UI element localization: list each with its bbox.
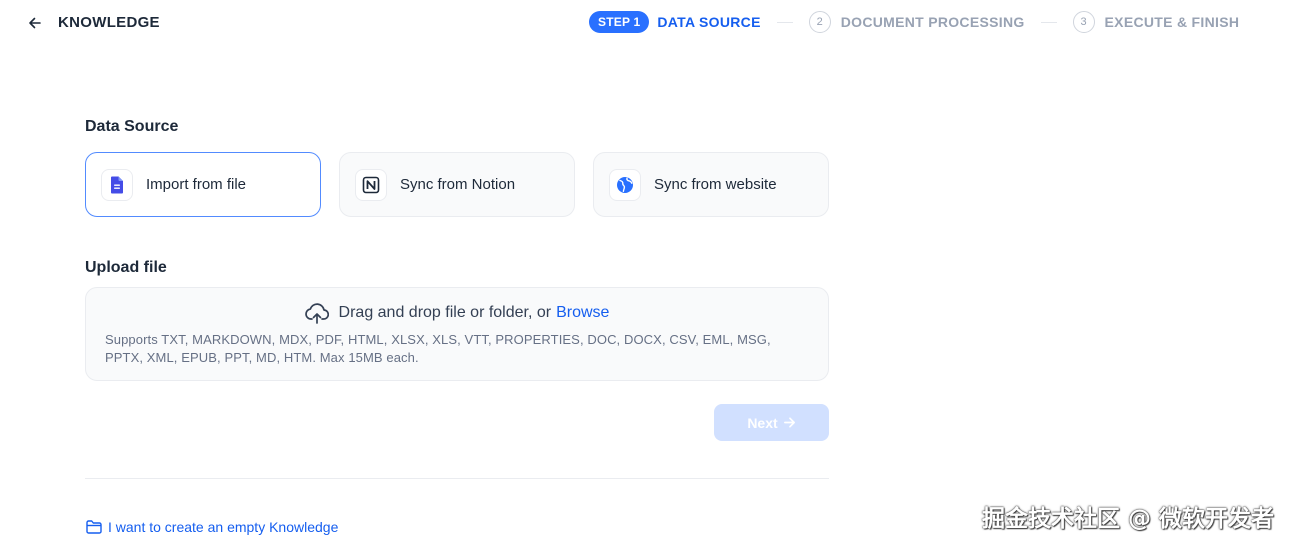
page-title: KNOWLEDGE	[58, 14, 160, 31]
notion-icon	[355, 168, 387, 201]
step-3-number: 3	[1072, 11, 1095, 33]
step-1-badge: STEP 1	[589, 11, 650, 33]
create-empty-knowledge-link[interactable]: I want to create an empty Knowledge	[86, 519, 338, 535]
globe-icon	[609, 168, 641, 201]
create-knowledge-page: KNOWLEDGE STEP 1 DATA SOURCE 2 DOCUMENT …	[0, 0, 1292, 546]
step-2-label: DOCUMENT PROCESSING	[840, 14, 1025, 30]
dropzone-prompt: Drag and drop file or folder, or Browse	[86, 302, 828, 324]
supported-formats-text: Supports TXT, MARKDOWN, MDX, PDF, HTML, …	[105, 332, 771, 365]
step-divider	[1040, 21, 1057, 23]
step-1-label: DATA SOURCE	[657, 14, 761, 30]
source-option-label: Sync from website	[654, 176, 777, 193]
drag-drop-text: Drag and drop file or folder, or	[338, 304, 552, 321]
folder-icon	[86, 520, 102, 534]
back-button[interactable]	[24, 12, 46, 34]
source-option-label: Sync from Notion	[400, 176, 516, 193]
arrow-right-icon	[783, 417, 795, 428]
data-source-options: Import from file Sync from Notion Sync f…	[85, 152, 829, 217]
file-dropzone[interactable]: Drag and drop file or folder, or Browse …	[85, 287, 829, 381]
import-from-file-option[interactable]: Import from file	[85, 152, 321, 217]
section-divider	[85, 478, 829, 479]
stepper: STEP 1 DATA SOURCE 2 DOCUMENT PROCESSING…	[589, 11, 1239, 33]
source-option-label: Import from file	[146, 176, 247, 193]
cloud-upload-icon	[304, 302, 329, 324]
step-2-number: 2	[808, 11, 831, 33]
next-button-label: Next	[747, 414, 778, 431]
browse-link[interactable]: Browse	[556, 304, 609, 322]
step-divider	[776, 21, 793, 23]
data-source-heading: Data Source	[85, 118, 179, 135]
sync-from-website-option[interactable]: Sync from website	[593, 152, 829, 217]
watermark: 掘金技术社区 @ 微软开发者	[981, 506, 1274, 532]
file-icon	[101, 168, 133, 201]
step-3-label: EXECUTE & FINISH	[1104, 14, 1240, 30]
upload-file-heading: Upload file	[85, 259, 167, 276]
sync-from-notion-option[interactable]: Sync from Notion	[339, 152, 575, 217]
next-button[interactable]: Next	[714, 404, 829, 441]
arrow-left-icon	[29, 17, 41, 29]
create-empty-knowledge-label: I want to create an empty Knowledge	[108, 519, 339, 535]
